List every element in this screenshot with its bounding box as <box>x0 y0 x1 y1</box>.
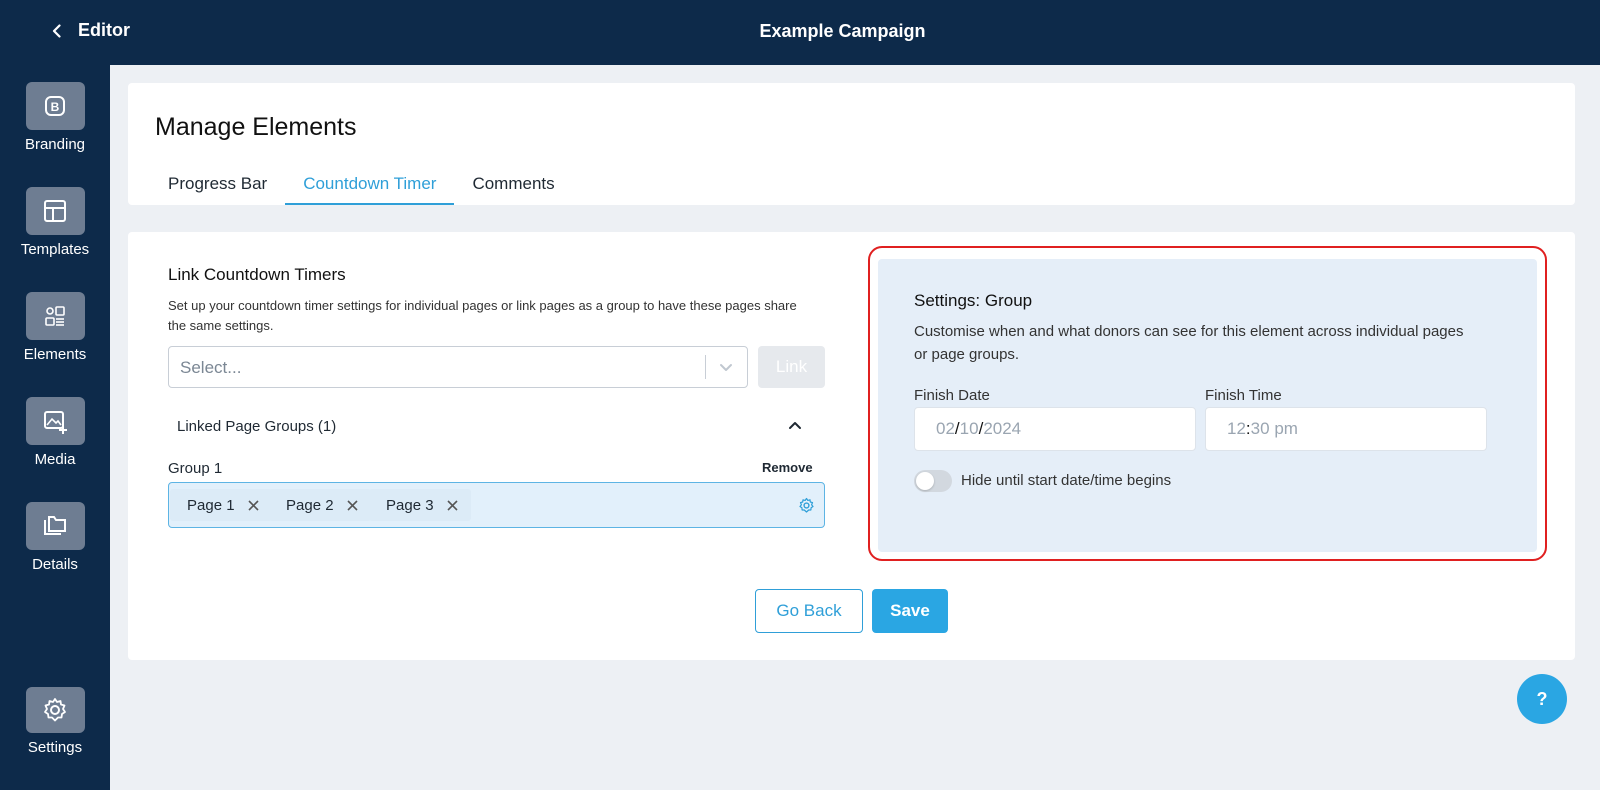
manage-elements-header: Manage Elements Progress Bar Countdown T… <box>128 83 1575 205</box>
details-icon <box>25 502 85 550</box>
sidebar: B Branding Templates Elements Media Deta… <box>0 65 110 790</box>
campaign-title: Example Campaign <box>759 21 926 41</box>
group-pages-field[interactable]: Page 1 Page 2 Page 3 <box>168 482 825 528</box>
page-chip: Page 3 <box>369 489 471 521</box>
sidebar-item-label: Branding <box>24 136 86 153</box>
page-chip-label: Page 1 <box>187 496 235 514</box>
date-year: 2024 <box>983 419 1022 438</box>
sidebar-item-label: Media <box>34 451 76 468</box>
hide-until-start-label: Hide until start date/time begins <box>961 472 1172 489</box>
date-day: 02 <box>936 419 955 438</box>
media-icon <box>25 397 85 445</box>
sidebar-item-label: Settings <box>27 739 83 756</box>
time-period: pm <box>1274 419 1298 438</box>
select-divider <box>705 355 706 379</box>
date-month: 10 <box>959 419 979 438</box>
page-select[interactable]: Select... <box>168 346 748 388</box>
page-chip-label: Page 2 <box>286 496 334 514</box>
page-chip: Page 1 <box>170 489 272 521</box>
group-label: Group 1 <box>168 460 223 477</box>
chevron-up-icon[interactable] <box>783 414 807 438</box>
page-chip: Page 2 <box>269 489 371 521</box>
page-chip-label: Page 3 <box>386 496 434 514</box>
gear-icon <box>25 687 85 733</box>
time-minute: 30 <box>1250 419 1270 438</box>
settings-description: Customise when and what donors can see f… <box>914 323 1464 363</box>
finish-time-label: Finish Time <box>1205 387 1282 404</box>
close-icon[interactable] <box>247 499 260 512</box>
page-title: Manage Elements <box>155 113 357 141</box>
link-timers-title: Link Countdown Timers <box>168 265 346 284</box>
tab-countdown-timer[interactable]: Countdown Timer <box>285 163 455 205</box>
top-bar: Editor Example Campaign <box>0 0 1600 65</box>
gear-icon[interactable] <box>798 497 815 514</box>
finish-date-label: Finish Date <box>914 387 990 404</box>
elements-icon <box>25 292 85 340</box>
close-icon[interactable] <box>446 499 459 512</box>
branding-icon: B <box>25 82 85 130</box>
finish-time-field[interactable]: 12:30 pm <box>1205 407 1487 451</box>
hide-until-start-toggle[interactable] <box>914 470 952 492</box>
tab-progress-bar[interactable]: Progress Bar <box>150 163 285 205</box>
link-timers-description: Set up your countdown timer settings for… <box>168 298 797 333</box>
sidebar-item-elements[interactable]: Elements <box>0 292 110 363</box>
finish-date-field[interactable]: 02/10/2024 <box>914 407 1196 451</box>
chevron-down-icon[interactable] <box>715 356 737 378</box>
save-button[interactable]: Save <box>872 589 948 633</box>
select-placeholder: Select... <box>180 358 242 377</box>
close-icon[interactable] <box>346 499 359 512</box>
group-settings-panel: Settings: Group Customise when and what … <box>878 259 1537 552</box>
sidebar-item-templates[interactable]: Templates <box>0 187 110 258</box>
sidebar-item-media[interactable]: Media <box>0 397 110 468</box>
sidebar-item-details[interactable]: Details <box>0 502 110 573</box>
remove-group-button[interactable]: Remove <box>762 460 813 475</box>
settings-title: Settings: Group <box>914 291 1033 310</box>
link-button[interactable]: Link <box>758 346 825 388</box>
sidebar-item-settings[interactable]: Settings <box>0 687 110 756</box>
sidebar-item-label: Details <box>32 556 78 573</box>
templates-icon <box>25 187 85 235</box>
go-back-button[interactable]: Go Back <box>755 589 863 633</box>
time-hour: 12 <box>1227 419 1246 438</box>
help-button[interactable]: ? <box>1517 674 1567 724</box>
tab-comments[interactable]: Comments <box>454 163 572 205</box>
sidebar-item-branding[interactable]: B Branding <box>0 82 110 153</box>
toggle-knob <box>916 472 934 490</box>
svg-text:B: B <box>51 100 60 114</box>
sidebar-item-label: Templates <box>20 241 90 258</box>
linked-groups-heading: Linked Page Groups (1) <box>177 418 337 435</box>
element-tabs: Progress Bar Countdown Timer Comments <box>150 163 573 205</box>
sidebar-item-label: Elements <box>23 346 87 363</box>
